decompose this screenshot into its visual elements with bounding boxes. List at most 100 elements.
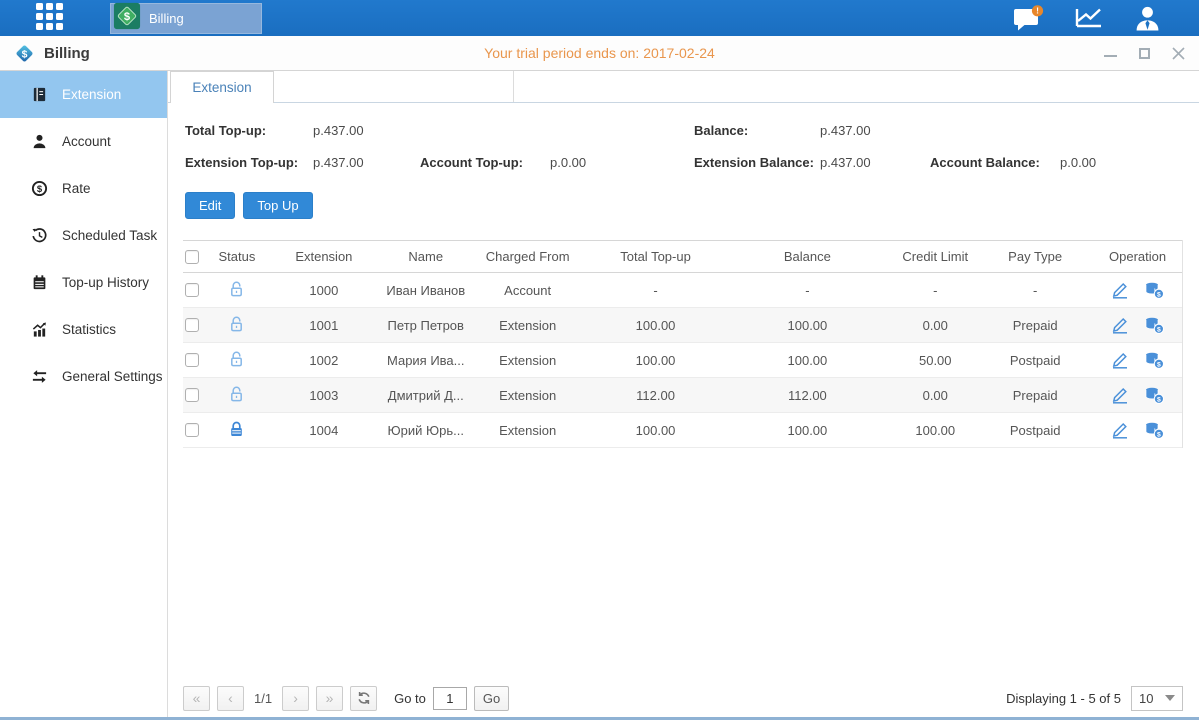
status-unlocked-icon — [228, 315, 245, 336]
page-size-select[interactable]: 10 — [1131, 686, 1183, 711]
next-page-button[interactable]: › — [282, 686, 309, 711]
charged-from-cell: Extension — [466, 353, 590, 368]
charged-from-cell: Extension — [466, 388, 590, 403]
edit-button[interactable]: Edit — [185, 192, 235, 219]
taskbar: $ Billing ! — [0, 0, 1199, 36]
sidebar-item-label: Top-up History — [62, 275, 149, 290]
topup-extension-icon[interactable]: $ — [1145, 317, 1164, 334]
page-info: 1/1 — [254, 691, 272, 706]
sidebar-item-label: General Settings — [62, 369, 163, 384]
row-checkbox[interactable] — [185, 283, 199, 297]
charged-from-cell: Extension — [466, 318, 590, 333]
edit-extension-icon[interactable] — [1111, 422, 1129, 439]
table-row: 1001 Петр Петров Extension 100.00 100.00… — [183, 308, 1182, 343]
column-balance: Balance — [721, 249, 893, 264]
row-checkbox[interactable] — [185, 388, 199, 402]
sidebar-item-label: Extension — [62, 87, 121, 102]
total-topup-value: p.437.00 — [313, 123, 420, 139]
window-header: $ Billing Your trial period ends on: 201… — [0, 36, 1199, 71]
main-content: Extension Total Top-up: p.437.00 Balance… — [168, 71, 1199, 717]
status-unlocked-icon — [228, 280, 245, 301]
name-cell: Мария Ива... — [386, 353, 466, 368]
account-balance-label: Account Balance: — [930, 155, 1060, 171]
extension-balance-value: p.437.00 — [820, 155, 930, 171]
extension-cell: 1001 — [262, 318, 386, 333]
sidebar-item-topup-history[interactable]: Top-up History — [0, 259, 167, 306]
extension-topup-value: p.437.00 — [313, 155, 420, 171]
sidebar: Extension Account $ Rate — [0, 71, 168, 717]
column-status: Status — [212, 249, 262, 264]
sidebar-item-rate[interactable]: $ Rate — [0, 165, 167, 212]
user-account-icon[interactable] — [1134, 5, 1161, 32]
column-total-topup: Total Top-up — [590, 249, 722, 264]
column-charged-from: Charged From — [466, 249, 590, 264]
account-person-icon — [30, 133, 48, 150]
svg-text:$: $ — [36, 184, 42, 195]
pay-type-cell: Prepaid — [977, 318, 1093, 333]
sidebar-item-account[interactable]: Account — [0, 118, 167, 165]
sidebar-item-scheduled-task[interactable]: Scheduled Task — [0, 212, 167, 259]
row-checkbox[interactable] — [185, 353, 199, 367]
pay-type-cell: Postpaid — [977, 353, 1093, 368]
top-up-button[interactable]: Top Up — [243, 192, 312, 219]
charged-from-cell: Account — [466, 283, 590, 298]
chevron-down-icon — [1165, 695, 1175, 701]
extensions-table: Status Extension Name Charged From Total… — [183, 240, 1183, 448]
tab-slot — [274, 71, 514, 102]
row-checkbox[interactable] — [185, 318, 199, 332]
resource-monitor-icon[interactable] — [1074, 6, 1104, 30]
row-checkbox[interactable] — [185, 423, 199, 437]
balance-cell: 100.00 — [721, 318, 893, 333]
window-controls — [1103, 36, 1185, 70]
svg-text:$: $ — [1157, 396, 1161, 403]
table-row: 1000 Иван Иванов Account - - - - $ — [183, 273, 1182, 308]
billing-app-icon: $ — [113, 2, 141, 35]
name-cell: Дмитрий Д... — [386, 388, 466, 403]
edit-extension-icon[interactable] — [1111, 317, 1129, 334]
total-topup-cell: - — [590, 283, 722, 298]
taskbar-billing-tab[interactable]: $ Billing — [110, 3, 262, 34]
last-page-button[interactable]: » — [316, 686, 343, 711]
first-page-button[interactable]: « — [183, 686, 210, 711]
go-button[interactable]: Go — [474, 686, 509, 711]
billing-app-window: $ Billing ! — [0, 0, 1199, 720]
svg-text:!: ! — [1036, 5, 1039, 15]
table-row: 1004 Юрий Юрь... Extension 100.00 100.00… — [183, 413, 1182, 448]
topup-extension-icon[interactable]: $ — [1145, 387, 1164, 404]
sidebar-item-general-settings[interactable]: General Settings — [0, 353, 167, 400]
tab-extension[interactable]: Extension — [170, 71, 274, 103]
edit-extension-icon[interactable] — [1111, 352, 1129, 369]
topup-extension-icon[interactable]: $ — [1145, 282, 1164, 299]
app-launcher-icon[interactable] — [36, 3, 66, 33]
maximize-icon[interactable] — [1137, 46, 1151, 60]
sidebar-item-statistics[interactable]: Statistics — [0, 306, 167, 353]
close-icon[interactable] — [1171, 46, 1185, 60]
charged-from-cell: Extension — [466, 423, 590, 438]
total-topup-cell: 100.00 — [590, 353, 722, 368]
topup-extension-icon[interactable]: $ — [1145, 422, 1164, 439]
edit-extension-icon[interactable] — [1111, 387, 1129, 404]
column-pay-type: Pay Type — [977, 249, 1093, 264]
goto-page-input[interactable] — [433, 687, 467, 710]
topup-extension-icon[interactable]: $ — [1145, 352, 1164, 369]
column-credit-limit: Credit Limit — [893, 249, 977, 264]
notifications-icon[interactable]: ! — [1013, 5, 1044, 32]
select-all-checkbox[interactable] — [185, 250, 199, 264]
tab-bar: Extension — [168, 71, 1199, 103]
edit-extension-icon[interactable] — [1111, 282, 1129, 299]
total-topup-cell: 112.00 — [590, 388, 722, 403]
credit-limit-cell: 100.00 — [893, 423, 977, 438]
credit-limit-cell: 0.00 — [893, 388, 977, 403]
svg-text:$: $ — [1157, 361, 1161, 368]
name-cell: Иван Иванов — [386, 283, 466, 298]
prev-page-button[interactable]: ‹ — [217, 686, 244, 711]
column-name: Name — [386, 249, 466, 264]
refresh-button[interactable] — [350, 686, 377, 711]
account-topup-label: Account Top-up: — [420, 155, 550, 171]
minimize-icon[interactable] — [1103, 46, 1117, 60]
total-topup-label: Total Top-up: — [185, 123, 313, 139]
sidebar-item-extension[interactable]: Extension — [0, 71, 167, 118]
taskbar-tab-label: Billing — [149, 11, 184, 26]
svg-text:$: $ — [1157, 326, 1161, 333]
balance-cell: 100.00 — [721, 353, 893, 368]
